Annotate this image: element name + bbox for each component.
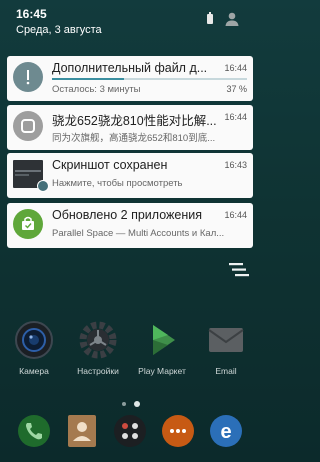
camera-icon (14, 320, 54, 360)
notification-text: 同为次旗舰，高通骁龙652和810到底... (52, 133, 216, 144)
screenshot-badge-icon (37, 180, 49, 192)
notification-download[interactable]: Дополнительный файл д... 16:44 Осталось:… (7, 56, 253, 101)
notification-title: 骁龙652骁龙810性能对比解... (52, 114, 217, 128)
battery-icon (207, 12, 213, 24)
svg-text:e: e (220, 421, 231, 443)
notification-text: Parallel Space — Multi Accounts и Кал... (52, 228, 225, 239)
notification-text: Осталось: 3 минуты (52, 84, 141, 95)
notification-time: 16:43 (224, 160, 247, 170)
notification-title: Обновлено 2 приложения (52, 208, 203, 222)
notification-screenshot[interactable]: Скриншот сохранен 16:43 Нажмите, чтобы п… (7, 153, 253, 198)
app-camera[interactable]: Камера (8, 320, 60, 376)
phone-icon[interactable] (16, 413, 52, 449)
app-label: Камера (19, 366, 49, 376)
download-icon (13, 62, 43, 92)
email-icon (206, 320, 246, 360)
notification-time: 16:44 (224, 210, 247, 220)
app-label: Email (215, 366, 237, 376)
app-drawer-icon[interactable] (112, 413, 148, 449)
browser-icon[interactable]: e (208, 413, 244, 449)
store-update-icon (13, 209, 43, 239)
contacts-icon[interactable] (64, 413, 100, 449)
clear-all-icon[interactable] (229, 262, 249, 278)
download-percent: 37 % (226, 84, 247, 94)
page-dot-active (134, 400, 141, 407)
clock: 16:45 (16, 7, 47, 21)
download-progress-bar (52, 78, 247, 80)
download-progress-fill (52, 78, 125, 80)
play-store-icon (142, 320, 182, 360)
notification-time: 16:44 (224, 63, 247, 73)
messages-icon[interactable] (160, 413, 196, 449)
page-indicator (122, 395, 144, 413)
app-play-store[interactable]: Play Маркет (136, 320, 188, 376)
notification-title: Дополнительный файл д... (52, 61, 208, 75)
gray-app-icon (13, 111, 43, 141)
user-icon[interactable] (224, 11, 240, 27)
date[interactable]: Среда, 3 августа (16, 24, 102, 36)
app-label: Play Маркет (138, 366, 186, 376)
page-dot (122, 401, 126, 406)
app-settings[interactable]: Настройки (72, 320, 124, 376)
app-label: Настройки (77, 366, 119, 376)
notification-article[interactable]: 骁龙652骁龙810性能对比解... 16:44 同为次旗舰，高通骁龙652和8… (7, 105, 253, 150)
notification-title: Скриншот сохранен (52, 158, 168, 172)
notification-updates[interactable]: Обновлено 2 приложения 16:44 Parallel Sp… (7, 203, 253, 248)
notification-header: 16:45 Среда, 3 августа (0, 0, 260, 46)
settings-icon (78, 320, 118, 360)
notification-text: Нажмите, чтобы просмотреть (52, 178, 183, 189)
app-email[interactable]: Email (200, 320, 252, 376)
notification-time: 16:44 (224, 112, 247, 122)
